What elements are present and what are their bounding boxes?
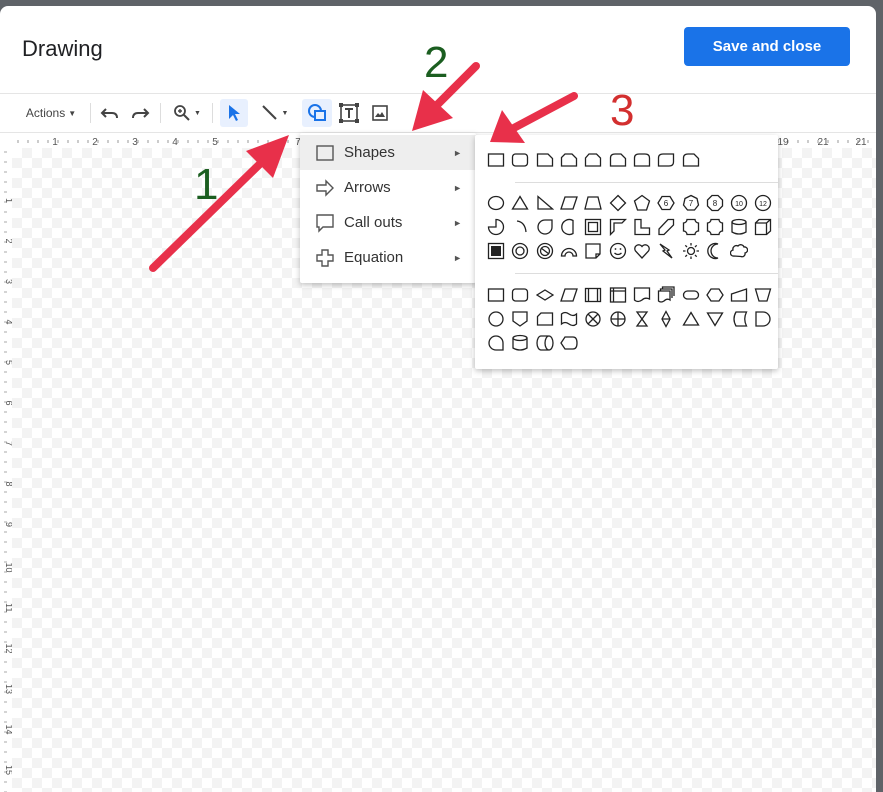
annotation-arrow-1 xyxy=(149,135,289,272)
annotation-step-1: 1 xyxy=(194,160,219,209)
annotation-step-2: 2 xyxy=(424,38,449,87)
annotation-step-3: 3 xyxy=(610,86,635,135)
annotation-arrows-layer xyxy=(149,62,578,272)
annotation-arrow-3 xyxy=(490,92,578,143)
